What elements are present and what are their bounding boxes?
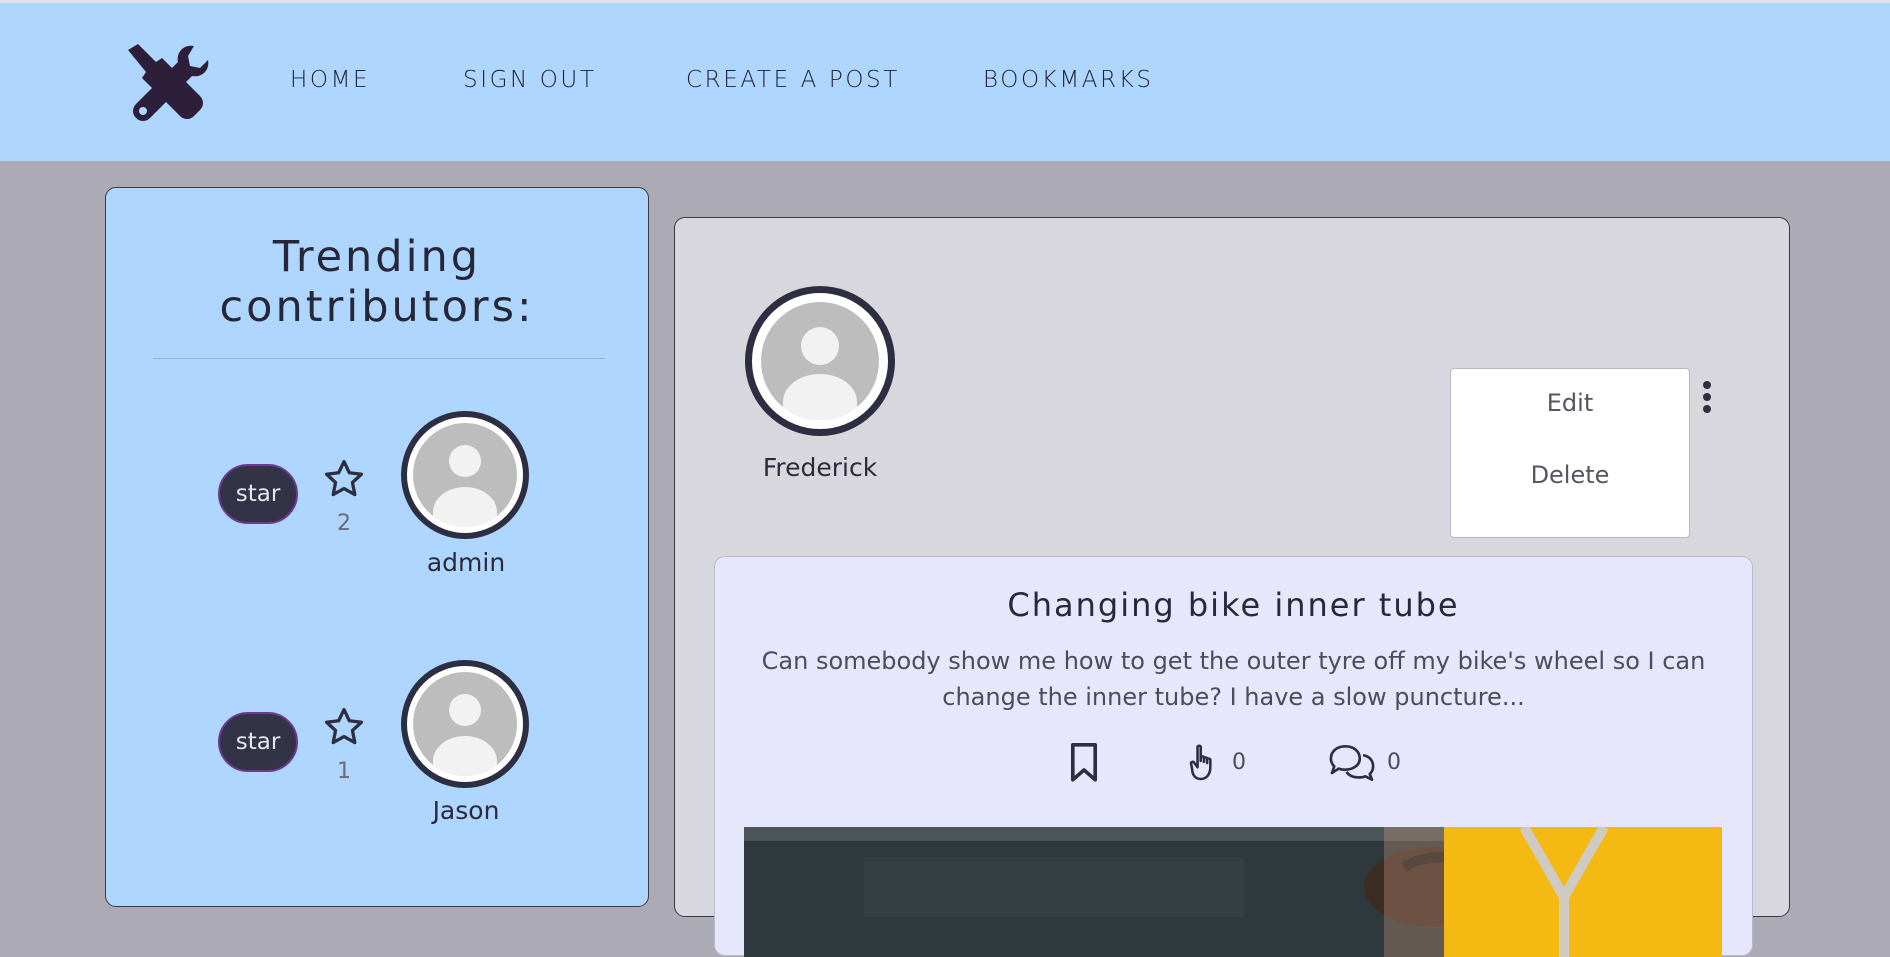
avatar-placeholder-icon [761,302,879,420]
avatar-placeholder-icon [413,672,517,776]
edit-post-button[interactable]: Edit [1451,389,1689,417]
top-navigation-bar: HOME SIGN OUT CREATE A POST BOOKMARKS [0,0,1890,161]
author-avatar[interactable] [745,286,895,436]
post-body: Can somebody show me how to get the oute… [761,647,1706,711]
kebab-menu-icon[interactable] [1697,381,1717,421]
star-count: 2 [337,511,351,536]
comments-count: 0 [1387,750,1401,775]
post-image [744,827,1722,957]
author-name[interactable]: Frederick [735,453,905,482]
star-count: 1 [337,759,351,784]
post-card: Changing bike inner tube Can somebody sh… [714,556,1753,957]
star-contributor-button[interactable]: star [218,464,298,524]
avatar-placeholder-icon [413,423,517,527]
comments-icon[interactable] [1327,743,1377,783]
nav-bookmarks-link[interactable]: BOOKMARKS [983,67,1154,93]
divider [153,358,605,359]
star-outline-icon [324,707,364,745]
nav-home-link[interactable]: HOME [290,67,370,93]
tools-logo-icon[interactable] [122,40,214,128]
bookmark-icon[interactable] [1067,742,1101,784]
post-options-menu: Edit Delete [1450,368,1690,538]
heading-line-1: Trending [272,232,482,282]
contributor-name[interactable]: admin [396,548,536,577]
post-image-photo [744,827,1722,957]
contributor-item: star 2 admin [106,411,648,591]
heading-line-2: contributors: [219,282,535,332]
nav-sign-out-link[interactable]: SIGN OUT [463,67,597,93]
star-outline-icon [324,459,364,497]
post-title: Changing bike inner tube [1007,586,1460,624]
trending-contributors-heading: Trending contributors: [106,232,648,332]
trending-contributors-panel: Trending contributors: star 2 admin star… [105,187,649,907]
post-actions: 0 0 [715,740,1752,790]
post-detail-panel: Frederick Edit Delete Changing bike inne… [674,217,1790,957]
delete-post-button[interactable]: Delete [1451,461,1689,489]
contributor-avatar[interactable] [401,411,529,539]
hand-pointing-icon[interactable] [1189,742,1221,784]
star-contributor-button[interactable]: star [218,712,298,772]
contributor-item: star 1 Jason [106,660,648,840]
likes-count: 0 [1232,750,1246,775]
nav-create-post-link[interactable]: CREATE A POST [686,67,900,93]
contributor-avatar[interactable] [401,660,529,788]
contributor-name[interactable]: Jason [396,796,536,825]
